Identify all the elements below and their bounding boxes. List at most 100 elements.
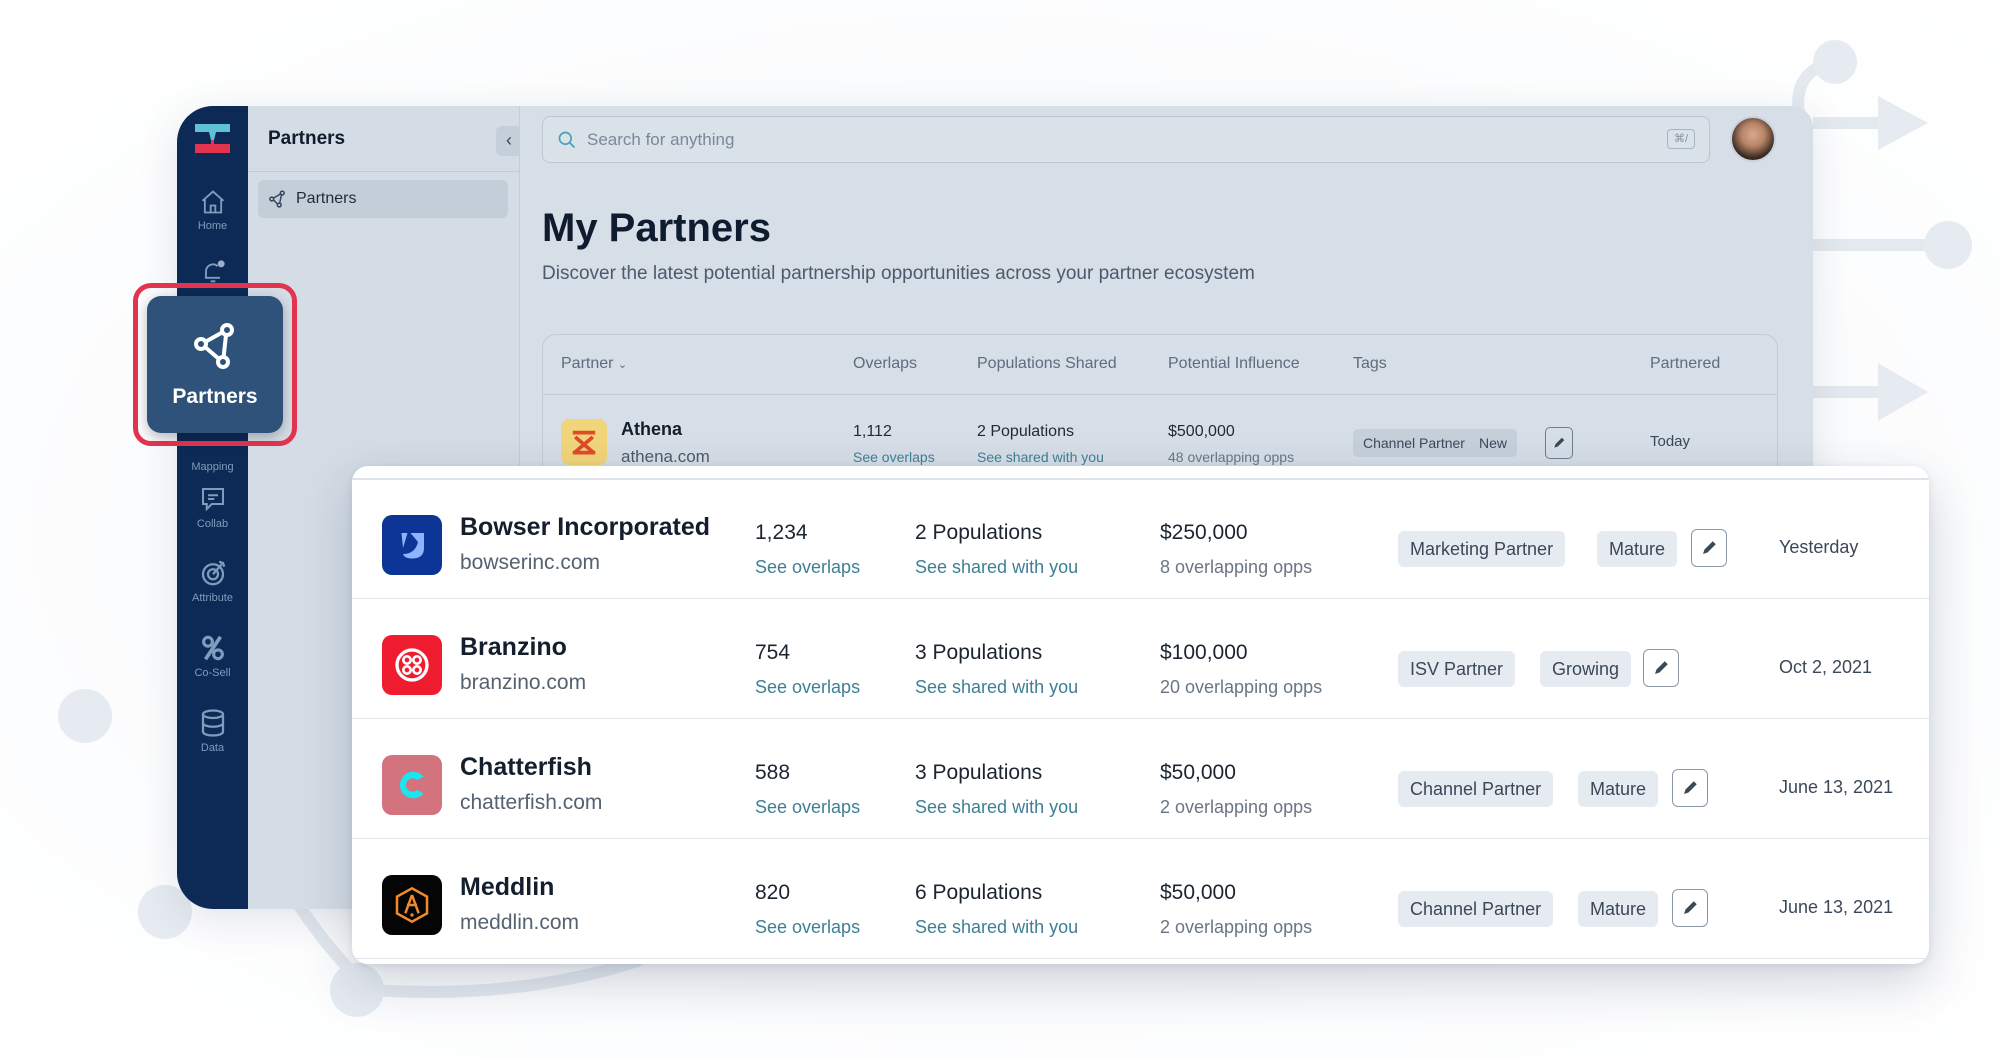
search-input[interactable] <box>587 129 1587 150</box>
deco-node <box>1813 40 1857 84</box>
overlaps-count: 1,234 <box>755 521 808 544</box>
populations-count: 2 Populations <box>977 423 1074 440</box>
table-row[interactable]: Bowser Incorporated bowserinc.com 1,234 See… <box>352 479 1929 599</box>
tag[interactable]: ISV Partner <box>1398 651 1516 687</box>
search-bar[interactable]: ⌘/ <box>542 116 1710 163</box>
tag[interactable]: Channel Partner <box>1363 429 1465 457</box>
rail-item-collab[interactable]: Collab <box>177 484 248 530</box>
edit-tags-button[interactable] <box>1672 889 1708 927</box>
overlaps-count: 1,112 <box>853 423 892 440</box>
rail-item-label: Co-Sell <box>194 667 231 679</box>
edit-tags-button[interactable] <box>1545 427 1573 459</box>
percent-icon <box>201 635 224 661</box>
divider <box>248 171 520 172</box>
table-row[interactable]: Branzino branzino.com 754 See overlaps 3 Pop… <box>352 599 1929 719</box>
partner-domain: branzino.com <box>460 671 587 694</box>
populations-count: 3 Populations <box>915 761 1043 784</box>
partnered-date: June 13, 2021 <box>1779 897 1894 917</box>
tag[interactable]: Mature <box>1578 891 1659 927</box>
partner-name[interactable]: Meddlin <box>460 873 554 902</box>
column-header-overlaps[interactable]: Overlaps <box>853 355 917 373</box>
branzino-logo-icon <box>395 648 429 682</box>
pencil-icon <box>1655 661 1668 674</box>
partner-logo-athena <box>561 419 607 465</box>
tag[interactable]: Mature <box>1578 771 1659 807</box>
collapse-sidebar-button[interactable]: ‹ <box>496 126 522 156</box>
column-header-partnered[interactable]: Partnered <box>1650 355 1720 373</box>
user-avatar[interactable] <box>1730 116 1776 162</box>
partner-logo <box>382 875 442 935</box>
influence-value: $50,000 <box>1160 761 1236 784</box>
column-header-tags[interactable]: Tags <box>1353 355 1387 373</box>
see-shared-link[interactable]: See shared with you <box>915 557 1078 578</box>
edit-tags-button[interactable] <box>1643 649 1679 687</box>
partnered-date: Yesterday <box>1779 537 1859 557</box>
tag[interactable]: Marketing Partner <box>1398 531 1566 567</box>
pencil-icon <box>1684 781 1697 794</box>
partner-logo <box>382 515 442 575</box>
see-overlaps-link[interactable]: See overlaps <box>755 797 860 818</box>
see-shared-link[interactable]: See shared with you <box>915 797 1078 818</box>
edit-tags-button[interactable] <box>1672 769 1708 807</box>
tag[interactable]: Channel Partner <box>1398 771 1554 807</box>
partner-name[interactable]: Bowser Incorporated <box>460 513 710 542</box>
rail-item-label: Data <box>200 742 225 754</box>
athena-logo-icon <box>572 430 596 455</box>
rail-item-partners[interactable]: Partners <box>147 296 283 433</box>
partners-icon <box>269 190 285 208</box>
see-shared-link[interactable]: See shared with you <box>977 449 1104 465</box>
primary-rail: Home Mapping Collab Attribute Co-Sell Da… <box>177 106 248 909</box>
see-overlaps-link[interactable]: See overlaps <box>755 917 860 938</box>
target-icon <box>201 560 225 586</box>
partner-logo <box>382 635 442 695</box>
deco-arrow <box>1878 96 1928 150</box>
overlapping-opps: 2 overlapping opps <box>1160 797 1313 817</box>
see-shared-link[interactable]: See shared with you <box>915 677 1078 698</box>
overlaps-count: 754 <box>755 641 791 664</box>
influence-value: $500,000 <box>1168 423 1235 440</box>
rail-item-data[interactable]: Data <box>177 708 248 754</box>
tag[interactable]: Mature <box>1597 531 1678 567</box>
keyboard-shortcut-badge: ⌘/ <box>1667 129 1695 149</box>
pencil-icon <box>1703 541 1716 554</box>
sidebar-item-partners[interactable]: Partners <box>258 180 508 218</box>
chatterfish-logo-icon <box>399 771 424 799</box>
table-row[interactable]: Meddlin meddlin.com 820 See overlaps 6 Popul… <box>352 839 1929 959</box>
see-overlaps-link[interactable]: See overlaps <box>755 557 860 578</box>
rail-item-co-sell[interactable]: Co-Sell <box>177 633 248 679</box>
overlaps-count: 588 <box>755 761 791 784</box>
deco-arrow <box>1878 363 1928 421</box>
see-overlaps-link[interactable]: See overlaps <box>853 449 935 465</box>
edit-tags-button[interactable] <box>1691 529 1727 567</box>
meddlin-logo-icon <box>395 886 429 924</box>
tag[interactable]: Growing <box>1540 651 1632 687</box>
rail-item-label: Mapping <box>191 461 234 473</box>
column-header-partner[interactable]: Partner ⌄ <box>561 355 627 373</box>
rail-item-label: Collab <box>196 518 229 530</box>
deco-node <box>58 689 112 743</box>
partnered-date: June 13, 2021 <box>1779 777 1894 797</box>
see-shared-link[interactable]: See shared with you <box>915 917 1078 938</box>
partner-name[interactable]: Branzino <box>460 633 567 662</box>
influence-value: $100,000 <box>1160 641 1248 664</box>
tag[interactable]: New <box>1479 429 1507 457</box>
partner-domain: meddlin.com <box>460 911 580 934</box>
search-icon <box>558 131 576 148</box>
populations-count: 2 Populations <box>915 521 1043 544</box>
chevron-left-icon: ‹ <box>506 130 512 150</box>
rail-item-mapping[interactable]: Mapping <box>177 461 248 473</box>
rail-item-attribute[interactable]: Attribute <box>177 558 248 604</box>
rail-item-home[interactable]: Home <box>177 188 248 232</box>
tag[interactable]: Channel Partner <box>1398 891 1554 927</box>
influence-value: $250,000 <box>1160 521 1248 544</box>
partner-name[interactable]: Chatterfish <box>460 753 592 782</box>
partner-logo <box>382 755 442 815</box>
database-icon <box>201 709 224 737</box>
see-overlaps-link[interactable]: See overlaps <box>755 677 860 698</box>
column-header-influence[interactable]: Potential Influence <box>1168 355 1300 373</box>
rail-item-label: Home <box>197 220 228 232</box>
app-logo-icon <box>195 124 230 153</box>
partner-name[interactable]: Athena <box>621 419 682 440</box>
column-header-populations[interactable]: Populations Shared <box>977 355 1117 373</box>
table-row[interactable]: Chatterfish chatterfish.com 588 See overlap… <box>352 719 1929 839</box>
